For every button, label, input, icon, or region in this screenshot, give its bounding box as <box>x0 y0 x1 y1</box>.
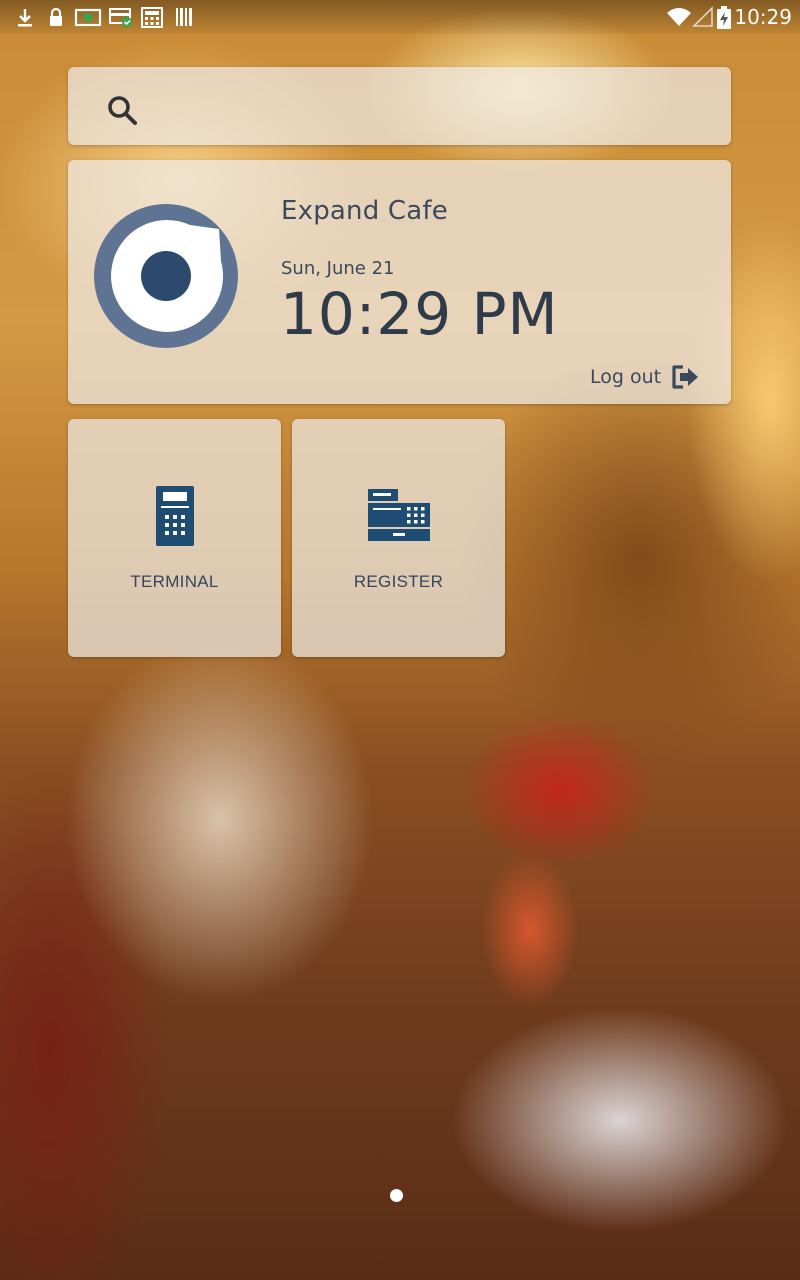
battery-charging-icon <box>717 6 731 29</box>
cash-register-icon <box>368 489 430 541</box>
card-check-icon <box>109 8 132 27</box>
search-icon[interactable] <box>104 92 140 128</box>
logout-button[interactable]: Log out <box>590 360 701 394</box>
screen-cast-icon <box>74 8 102 27</box>
register-label: REGISTER <box>353 572 444 591</box>
lock-icon <box>50 7 62 26</box>
barcode-icon <box>176 8 192 26</box>
signal-icon <box>692 6 713 27</box>
search-input[interactable] <box>150 80 714 134</box>
home-screen: 10:29 Expand Cafe Sun, June 21 10:29 PM … <box>0 0 800 1280</box>
store-logo <box>94 204 238 348</box>
current-time: 10:29 PM <box>280 280 559 348</box>
status-bar: 10:29 <box>0 0 800 34</box>
logout-label: Log out <box>590 366 662 388</box>
logout-icon <box>672 365 699 389</box>
download-icon <box>18 9 32 27</box>
current-date: Sun, June 21 <box>281 258 395 279</box>
store-name: Expand Cafe <box>281 196 448 226</box>
status-time: 10:29 <box>734 5 792 29</box>
calculator-icon <box>141 7 163 28</box>
page-indicator-dot <box>390 1189 403 1202</box>
wifi-icon <box>667 8 691 26</box>
card-terminal-icon <box>156 486 194 546</box>
terminal-label: TERMINAL <box>130 572 219 591</box>
